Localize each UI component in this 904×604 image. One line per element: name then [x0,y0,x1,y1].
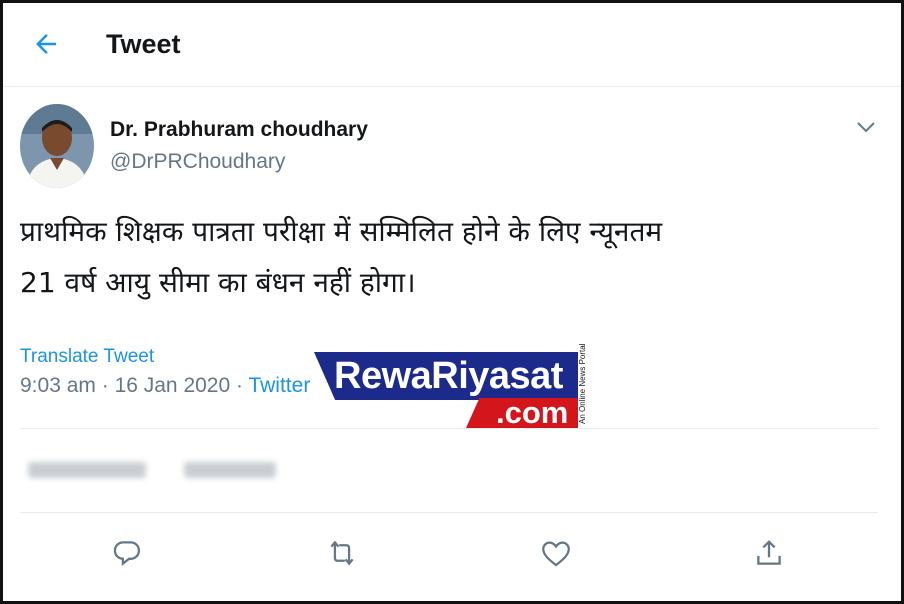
page-title: Tweet [106,29,181,59]
page-header: Tweet [3,3,901,87]
author-name[interactable]: Dr. Prabhuram choudhary [110,118,368,142]
chevron-down-icon [857,122,875,133]
more-options-button[interactable] [855,118,877,136]
site-watermark-logo: RewaRiyasat .com An Online News Portal [314,344,592,430]
author-handle[interactable]: @DrPRChoudhary [110,150,285,174]
tweet-date[interactable]: 16 Jan 2020 [115,374,231,397]
like-button[interactable] [539,536,573,570]
tweet-text: प्राथमिक शिक्षक पात्रता परीक्षा में सम्म… [20,206,880,308]
divider [20,428,878,429]
translate-link[interactable]: Translate Tweet [20,346,154,368]
meta-separator: · [101,374,115,397]
tweet-text-line: 21 वर्ष आयु सीमा का बंधन नहीं होगा। [20,266,416,299]
reply-icon [113,541,141,566]
tweet-source[interactable]: Twitter [248,374,310,397]
watermark-line1: RewaRiyasat [334,355,563,397]
watermark-tagline-strip: An Online News Portal [578,344,592,428]
like-icon [542,541,570,567]
back-button[interactable] [31,29,61,59]
share-button[interactable] [752,536,786,570]
watermark-tagline: An Online News Portal [578,343,587,424]
tweet-time[interactable]: 9:03 am [20,374,96,397]
retweet-button[interactable] [325,536,359,570]
meta-separator: · [236,374,249,397]
avatar[interactable] [20,104,94,188]
retweet-count[interactable] [20,462,146,478]
tweet-text-line: प्राथमिक शिक्षक पात्रता परीक्षा में सम्म… [20,215,663,248]
divider [20,512,878,513]
watermark-line2: .com [496,395,569,430]
reply-button[interactable] [110,536,144,570]
like-count[interactable] [176,462,276,478]
arrow-left-icon [36,34,56,54]
share-icon [757,540,781,565]
retweet-icon [330,540,354,566]
tweet-actions [0,530,904,580]
blurred-stat [28,462,146,478]
tweet-stats [20,452,276,488]
tweet-meta: 9:03 am · 16 Jan 2020 · Twitter [20,374,310,398]
blurred-stat [184,462,276,478]
